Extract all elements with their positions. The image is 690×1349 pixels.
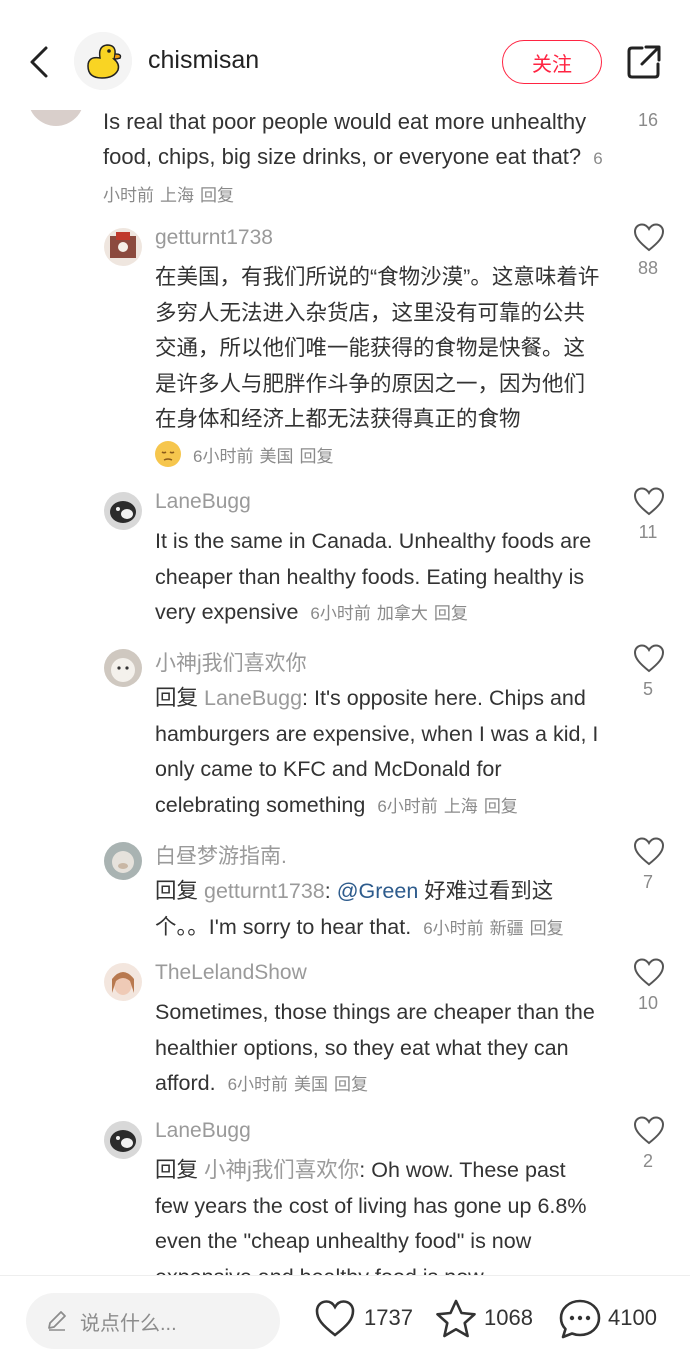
reply-username[interactable]: LaneBugg (155, 1119, 251, 1143)
reply-time: 6小时前 (227, 1075, 289, 1094)
back-arrow-icon[interactable] (24, 42, 56, 82)
reply-location: 美国 (294, 1075, 329, 1094)
reply-avatar[interactable] (104, 649, 142, 687)
comment-input-placeholder: 说点什么... (80, 1313, 177, 1335)
reply-to-username[interactable]: LaneBugg (204, 686, 302, 710)
reply-like-count: 88 (637, 258, 659, 278)
like-heart-icon[interactable] (633, 643, 665, 673)
reply-avatar[interactable] (104, 228, 142, 266)
reply-time: 6小时前 (310, 604, 371, 623)
reply-time: 6小时前 (377, 796, 438, 816)
reply-username[interactable]: 小神j我们喜欢你 (155, 647, 307, 677)
reply-location: 上海 (443, 796, 478, 816)
reply-text-block: It is the same in Canada. Unhealthy food… (155, 524, 605, 632)
like-heart-icon[interactable] (633, 836, 665, 866)
comment-input[interactable]: 说点什么... (26, 1293, 280, 1349)
share-icon[interactable] (624, 42, 664, 82)
favorite-count: 1068 (484, 1305, 533, 1330)
reply-link[interactable]: 回复 (484, 797, 518, 816)
reply-like-count: 7 (642, 872, 653, 892)
comment-count: 4100 (608, 1305, 657, 1330)
reply-meta: 6小时前 新疆 回复 (423, 919, 569, 938)
reply-like-count: 10 (637, 993, 659, 1013)
duck-icon (74, 32, 132, 90)
reply-like-count: 11 (638, 522, 658, 542)
reply-time: 6小时前 (192, 446, 254, 466)
reply-prefix: 回复 (155, 686, 199, 710)
star-icon (436, 1299, 476, 1338)
reply-avatar[interactable] (104, 963, 142, 1001)
reply-text-block: Sometimes, those things are cheaper than… (155, 995, 605, 1103)
reply-text-block: 回复 LaneBugg: It's opposite here. Chips a… (155, 681, 605, 824)
like-heart-icon[interactable] (633, 222, 665, 252)
author-avatar[interactable] (74, 32, 132, 90)
reply-username[interactable]: 白昼梦游指南. (155, 840, 287, 870)
reply-to-username[interactable]: getturnt1738 (204, 879, 325, 903)
reply-location: 美国 (259, 446, 294, 466)
favorite-button[interactable]: 1068 (434, 1298, 544, 1338)
reply-link[interactable]: 回复 (530, 919, 564, 938)
like-heart-icon[interactable] (633, 486, 665, 516)
comment-like-count: 16 (637, 110, 659, 130)
reply-avatar[interactable] (104, 842, 142, 880)
mention-link[interactable]: @Green (337, 879, 419, 903)
reply-text-block: 回复 小神j我们喜欢你: Oh wow. These past few year… (155, 1153, 605, 1275)
like-heart-icon[interactable] (633, 957, 665, 987)
reply-time: 6小时前 (423, 918, 484, 938)
reply-location: 加拿大 (376, 604, 428, 623)
reply-text-pre: : (324, 879, 337, 903)
like-heart-icon[interactable] (633, 1115, 665, 1145)
reply-location: 新疆 (489, 918, 524, 938)
reply-username[interactable]: TheLelandShow (155, 961, 307, 985)
reply-username[interactable]: getturnt1738 (155, 226, 273, 250)
reply-avatar[interactable] (104, 1121, 142, 1159)
reply-meta: 6小时前 加拿大 回复 (310, 604, 473, 623)
reply-meta: 6小时前 上海 回复 (377, 797, 523, 816)
top-comment[interactable]: Is real that poor people would eat more … (103, 104, 603, 213)
like-button[interactable]: 1737 (314, 1298, 424, 1338)
reply-username[interactable]: LaneBugg (155, 490, 251, 514)
comment-list: Is real that poor people would eat more … (0, 0, 690, 1275)
reply-avatar[interactable] (104, 492, 142, 530)
chat-bubble-icon (559, 1299, 601, 1339)
pen-icon (48, 1311, 66, 1331)
reply-text-block: 在美国，有我们所说的“食物沙漠”。这意味着许多穷人无法进入杂货店，这里没有可靠的… (155, 260, 605, 474)
reply-text: 在美国，有我们所说的“食物沙漠”。这意味着许多穷人无法进入杂货店，这里没有可靠的… (155, 265, 600, 431)
reply-prefix: 回复 (155, 1158, 199, 1182)
pensive-face-icon (155, 440, 181, 467)
author-username[interactable]: chismisan (148, 46, 259, 75)
reply-link[interactable]: 回复 (434, 604, 468, 623)
bottom-action-bar: 说点什么... 1737 1068 4100 (0, 1275, 690, 1349)
top-nav-bar: chismisan 关注 (0, 0, 690, 110)
reply-link[interactable]: 回复 (334, 1075, 368, 1094)
reply-like-count: 5 (642, 679, 653, 699)
heart-icon (315, 1300, 355, 1337)
like-count: 1737 (364, 1305, 413, 1330)
reply-to-username[interactable]: 小神j我们喜欢你 (204, 1158, 359, 1182)
comment-button[interactable]: 4100 (558, 1298, 668, 1339)
follow-button[interactable]: 关注 (502, 40, 602, 84)
reply-like-count: 2 (642, 1151, 653, 1171)
comment-location: 上海 (160, 186, 194, 205)
reply-link[interactable]: 回复 (200, 186, 234, 205)
reply-text-block: 回复 getturnt1738: @Green 好难过看到这个。。I'm sor… (155, 874, 605, 946)
reply-meta: 6小时前 美国 回复 (228, 1075, 374, 1094)
reply-link[interactable]: 回复 (299, 447, 333, 466)
reply-text: Sometimes, those things are cheaper than… (155, 1000, 595, 1095)
comment-text: Is real that poor people would eat more … (103, 109, 587, 169)
reply-meta: 6小时前 美国 回复 (193, 447, 339, 466)
reply-prefix: 回复 (155, 879, 199, 903)
